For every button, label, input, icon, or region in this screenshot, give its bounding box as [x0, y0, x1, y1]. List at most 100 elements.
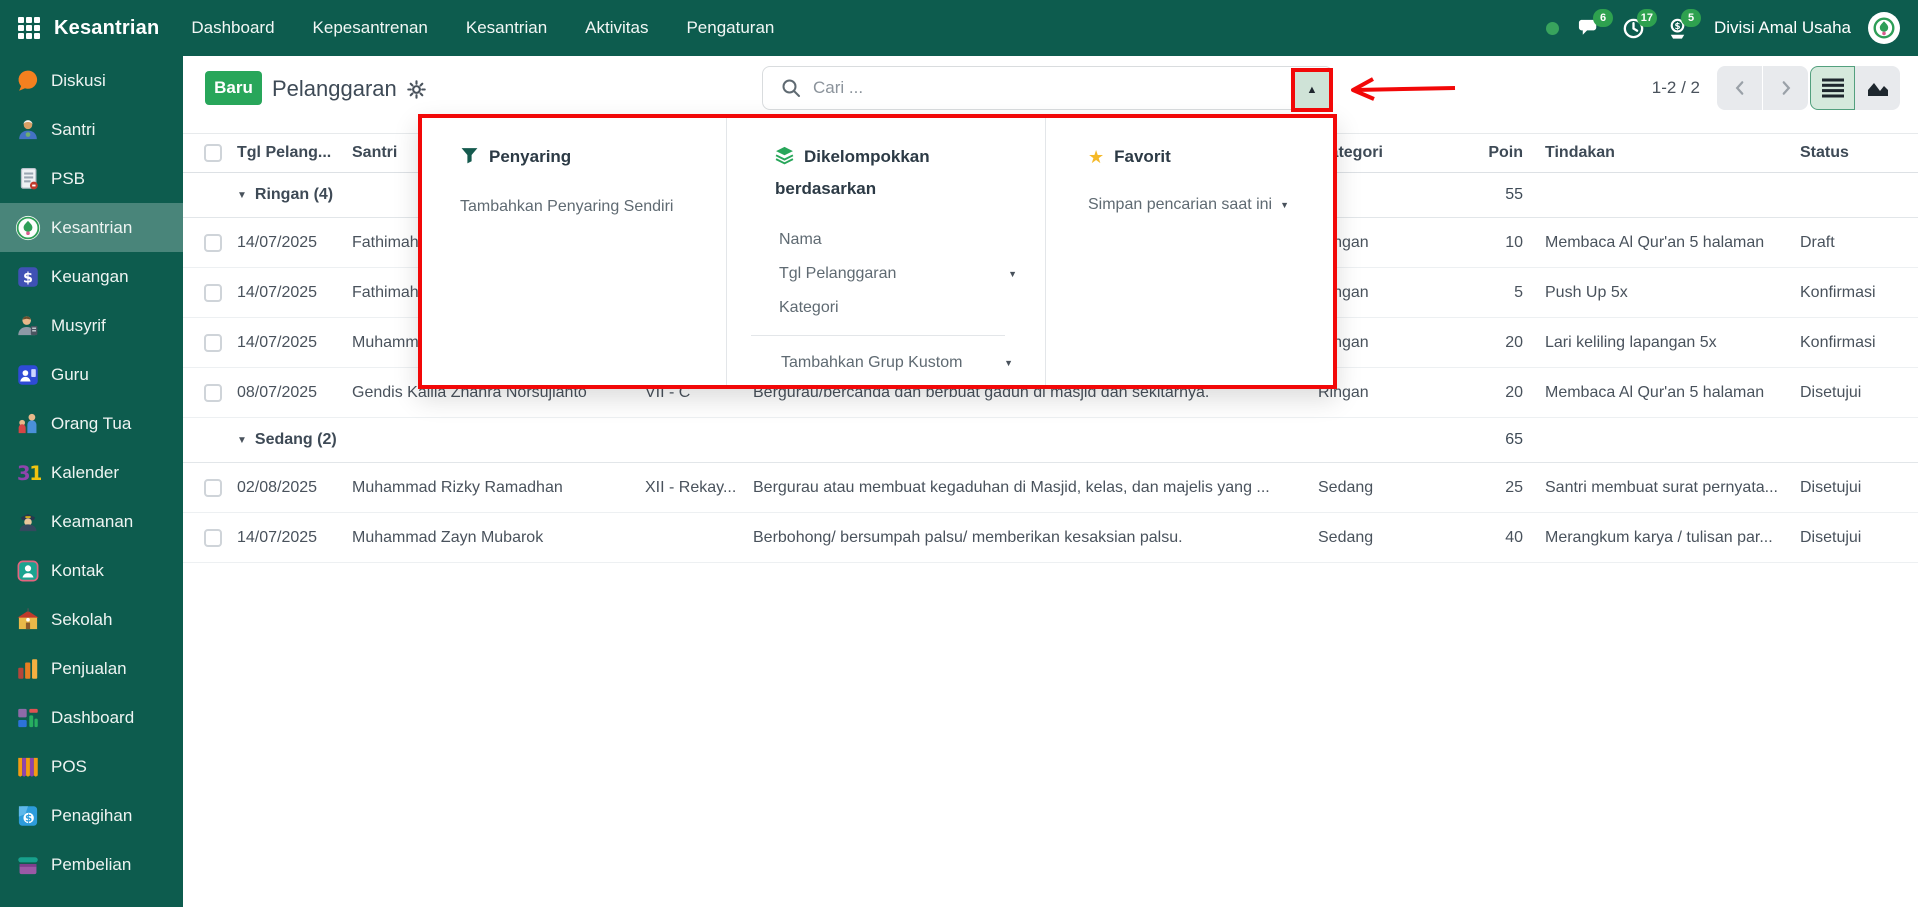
area-chart-icon — [1867, 83, 1888, 96]
row-checkbox-cell — [183, 478, 237, 497]
cell-tindakan: Merangkum karya / tulisan par... — [1545, 528, 1773, 546]
topbar-menu-kepesantrenan[interactable]: Kepesantrenan — [313, 18, 428, 38]
header-kategori[interactable]: Kategori — [1318, 144, 1468, 162]
topbar-menu-aktivitas[interactable]: Aktivitas — [585, 18, 648, 38]
table-row[interactable]: 14/07/2025 Muhammad Zayn Mubarok Berbohong… — [183, 513, 1918, 563]
messages-icon[interactable]: 6 — [1576, 8, 1613, 42]
select-all-checkbox[interactable] — [204, 144, 222, 162]
cell-poin: 40 — [1505, 528, 1523, 546]
pager-prev-button[interactable] — [1717, 66, 1762, 110]
student-icon — [14, 116, 41, 143]
filters-section: Penyaring Tambahkan Penyaring Sendiri — [422, 118, 727, 385]
sidebar-item-kesantrian[interactable]: Kesantrian — [0, 203, 183, 252]
sidebar-item-santri[interactable]: Santri — [0, 105, 183, 154]
sidebar-item-psb[interactable]: PSB — [0, 154, 183, 203]
row-checkbox[interactable] — [204, 333, 222, 352]
groupby-items: Nama Tgl Pelanggaran ▼ Kategori — [775, 223, 1045, 325]
groupby-option-kategori[interactable]: Kategori — [779, 291, 1017, 325]
sidebar-item-label: Kontak — [51, 560, 104, 580]
group-title: Sedang (2) — [254, 431, 337, 448]
sidebar-item-label: Penjualan — [51, 658, 127, 678]
finance-icon: $ — [14, 263, 41, 290]
sidebar-item-penjualan[interactable]: Penjualan — [0, 644, 183, 693]
group-collapse-caret-icon[interactable]: ▼ — [237, 435, 247, 446]
favorites-section: ★ Favorit Simpan pencarian saat ini ▼ — [1046, 118, 1333, 385]
cell-tindakan: Membaca Al Qur'an 5 halaman — [1545, 233, 1765, 251]
cell-tgl-pelanggaran: 02/08/2025 — [237, 478, 318, 496]
search-input[interactable] — [811, 77, 1332, 99]
list-view-button[interactable] — [1810, 66, 1855, 110]
cell-santri: Muhammad Rizky Ramadhan — [352, 478, 563, 496]
sidebar: Diskusi Santri PSB Kesantrian $ Keuangan Musyr… — [0, 56, 183, 907]
row-checkbox-cell — [183, 333, 237, 352]
activities-icon[interactable]: 17 — [1620, 8, 1657, 42]
apps-grid-icon[interactable] — [18, 17, 40, 39]
sidebar-item-stok-persediaan[interactable]: Stok Persediaan — [0, 889, 183, 907]
sidebar-item-pembelian[interactable]: Pembelian — [0, 840, 183, 889]
save-current-search[interactable]: Simpan pencarian saat ini ▼ — [1088, 196, 1333, 214]
filter-funnel-icon — [460, 145, 479, 174]
topbar-menu-kesantrian[interactable]: Kesantrian — [466, 18, 547, 38]
sales-money-icon[interactable]: $ 5 — [1664, 8, 1701, 42]
groupby-option-nama[interactable]: Nama — [779, 223, 1017, 257]
pager-next-button[interactable] — [1763, 66, 1808, 110]
header-poin[interactable]: Poin — [1468, 144, 1532, 162]
sidebar-item-musyrif[interactable]: Musyrif — [0, 301, 183, 350]
cell-pelanggaran: Bergurau atau membuat kegaduhan di Masji… — [753, 478, 1270, 496]
sidebar-item-dashboard[interactable]: Dashboard — [0, 693, 183, 742]
sales-badge: 5 — [1681, 8, 1701, 27]
groupby-option-label: Kategori — [779, 299, 839, 316]
title-row: Pelanggaran — [272, 76, 426, 102]
row-checkbox[interactable] — [204, 283, 222, 302]
cell-status: Konfirmasi — [1800, 333, 1876, 351]
calendar-icon: 31 — [14, 459, 41, 486]
cell-status: Disetujui — [1800, 528, 1862, 546]
row-checkbox[interactable] — [204, 383, 222, 402]
sales-icon — [14, 655, 41, 682]
cell-tgl-pelanggaran: 14/07/2025 — [237, 233, 318, 251]
gear-icon[interactable] — [406, 79, 426, 99]
svg-text:$: $ — [1674, 21, 1680, 31]
topbar-menu-dashboard[interactable]: Dashboard — [191, 18, 274, 38]
sidebar-item-diskusi[interactable]: Diskusi — [0, 56, 183, 105]
search-panel-toggle-button[interactable]: ▲ — [1291, 68, 1333, 112]
graph-view-button[interactable] — [1855, 66, 1900, 110]
sidebar-item-orang-tua[interactable]: Orang Tua — [0, 399, 183, 448]
new-record-button[interactable]: Baru — [205, 71, 262, 105]
sidebar-item-penagihan[interactable]: $ Penagihan — [0, 791, 183, 840]
sidebar-item-guru[interactable]: Guru — [0, 350, 183, 399]
group-title: Ringan (4) — [254, 186, 334, 203]
cell-tgl-pelanggaran: 08/07/2025 — [237, 383, 318, 401]
group-collapse-caret-icon[interactable]: ▼ — [237, 190, 247, 201]
sidebar-item-sekolah[interactable]: Sekolah — [0, 595, 183, 644]
sidebar-item-pos[interactable]: POS — [0, 742, 183, 791]
row-checkbox[interactable] — [204, 478, 222, 497]
cell-poin: 20 — [1505, 383, 1523, 401]
sidebar-item-kontak[interactable]: Kontak — [0, 546, 183, 595]
sidebar-item-keuangan[interactable]: $ Keuangan — [0, 252, 183, 301]
groupby-separator — [751, 335, 1005, 336]
caret-down-icon: ▼ — [1004, 358, 1013, 368]
add-custom-group[interactable]: Tambahkan Grup Kustom ▼ — [781, 346, 1013, 380]
sidebar-item-label: POS — [51, 756, 87, 776]
activities-badge: 17 — [1636, 8, 1657, 27]
app-brand[interactable]: Kesantrian — [54, 17, 159, 40]
sidebar-item-keamanan[interactable]: Keamanan — [0, 497, 183, 546]
company-name[interactable]: Divisi Amal Usaha — [1714, 18, 1851, 38]
table-row[interactable]: 02/08/2025 Muhammad Rizky Ramadhan XII - R… — [183, 463, 1918, 513]
group-row-sedang-2[interactable]: ▼ Sedang (2) 65 — [183, 418, 1918, 463]
topbar-menu-pengaturan[interactable]: Pengaturan — [686, 18, 774, 38]
sidebar-item-kalender[interactable]: 31 Kalender — [0, 448, 183, 497]
row-checkbox[interactable] — [204, 528, 222, 547]
groupby-option-tgl-pelanggaran[interactable]: Tgl Pelanggaran ▼ — [779, 257, 1017, 291]
groupby-title: Dikelompokkan berdasarkan — [775, 146, 930, 198]
sidebar-item-label: Diskusi — [51, 70, 106, 90]
header-status[interactable]: Status — [1800, 144, 1918, 162]
filters-title: Penyaring — [460, 142, 700, 174]
sidebar-item-label: Keamanan — [51, 511, 134, 531]
header-tindakan[interactable]: Tindakan — [1532, 144, 1800, 162]
add-custom-filter[interactable]: Tambahkan Penyaring Sendiri — [460, 198, 726, 216]
header-tgl[interactable]: Tgl Pelang... — [237, 144, 352, 162]
row-checkbox[interactable] — [204, 233, 222, 252]
user-avatar[interactable] — [1868, 12, 1900, 44]
